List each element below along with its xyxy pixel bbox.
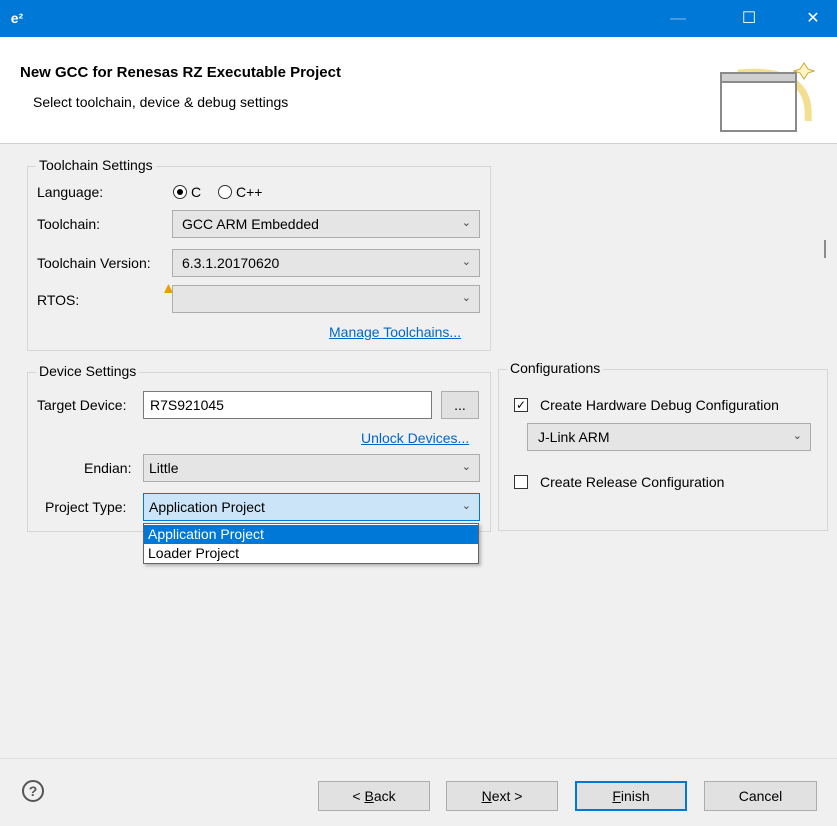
target-device-value: R7S921045: [150, 397, 224, 413]
back-rest: ack: [373, 788, 396, 804]
unlock-devices-link[interactable]: Unlock Devices...: [361, 430, 469, 446]
chevron-down-icon: ⌄: [461, 461, 471, 473]
browse-device-button[interactable]: ...: [441, 391, 479, 419]
project-type-label: Project Type:: [45, 499, 127, 515]
endian-label: Endian:: [84, 460, 132, 476]
footer-divider: [0, 758, 837, 759]
maximize-button[interactable]: ☐: [726, 0, 772, 37]
cancel-button[interactable]: Cancel: [704, 781, 817, 811]
app-icon: e²: [10, 10, 24, 26]
chevron-down-icon: ⌄: [461, 500, 471, 512]
hw-debug-label[interactable]: Create Hardware Debug Configuration: [540, 397, 779, 413]
toolchain-version-value: 6.3.1.20170620: [182, 255, 280, 271]
release-label[interactable]: Create Release Configuration: [540, 474, 724, 490]
chevron-down-icon: ⌄: [461, 217, 471, 229]
project-type-dropdown-list: Application Project Loader Project: [143, 523, 479, 564]
chevron-down-icon: ⌄: [792, 430, 802, 442]
debugger-select[interactable]: J-Link ARM ⌄: [527, 423, 811, 451]
next-mnemonic: N: [481, 788, 492, 804]
toolchain-value: GCC ARM Embedded: [182, 216, 319, 232]
group-title: Device Settings: [36, 363, 140, 379]
scroll-indicator: [824, 240, 826, 258]
next-rest: ext >: [491, 788, 523, 804]
help-icon[interactable]: ?: [22, 780, 44, 802]
toolchain-label: Toolchain:: [37, 216, 101, 232]
next-button[interactable]: Next >: [446, 781, 558, 811]
wizard-subtitle: Select toolchain, device & debug setting…: [33, 94, 289, 110]
endian-select[interactable]: Little ⌄: [143, 454, 480, 482]
toolchain-select[interactable]: GCC ARM Embedded ⌄: [172, 210, 480, 238]
radio-c-label[interactable]: C: [191, 184, 201, 200]
radio-cpp-label[interactable]: C++: [236, 184, 262, 200]
endian-value: Little: [149, 460, 179, 476]
group-title: Configurations: [507, 360, 604, 376]
manage-toolchains-link[interactable]: Manage Toolchains...: [329, 324, 461, 340]
rtos-select[interactable]: ⌄: [172, 285, 480, 313]
back-prefix: <: [352, 788, 365, 804]
back-button[interactable]: < Back: [318, 781, 430, 811]
debugger-value: J-Link ARM: [538, 429, 610, 445]
finish-rest: inish: [620, 788, 650, 804]
wizard-header: New GCC for Renesas RZ Executable Projec…: [0, 37, 837, 144]
finish-button[interactable]: Finish: [575, 781, 687, 811]
target-device-input[interactable]: R7S921045: [143, 391, 432, 419]
language-label: Language:: [37, 184, 104, 200]
radio-c[interactable]: [173, 185, 187, 199]
toolchain-version-select[interactable]: 6.3.1.20170620 ⌄: [172, 249, 480, 277]
release-checkbox[interactable]: [514, 475, 528, 489]
finish-mnemonic: F: [612, 788, 621, 804]
close-button[interactable]: ✕: [790, 0, 836, 37]
radio-cpp[interactable]: [218, 185, 232, 199]
project-type-select[interactable]: Application Project ⌄: [143, 493, 480, 521]
project-type-value: Application Project: [149, 499, 265, 515]
chevron-down-icon: ⌄: [461, 292, 471, 304]
minimize-button[interactable]: —: [655, 0, 701, 37]
chevron-down-icon: ⌄: [461, 256, 471, 268]
back-mnemonic: B: [364, 788, 374, 804]
dropdown-option-loader-project[interactable]: Loader Project: [144, 544, 478, 563]
wizard-new-window-icon: [720, 62, 816, 132]
dropdown-option-application-project[interactable]: Application Project: [144, 525, 478, 544]
title-bar: e² — ☐ ✕: [0, 0, 837, 37]
group-title: Toolchain Settings: [36, 157, 156, 173]
rtos-label: RTOS:: [37, 292, 80, 308]
toolchain-version-label: Toolchain Version:: [37, 255, 151, 271]
target-device-label: Target Device:: [37, 397, 127, 413]
hw-debug-checkbox[interactable]: ✓: [514, 398, 528, 412]
wizard-title: New GCC for Renesas RZ Executable Projec…: [20, 64, 341, 81]
